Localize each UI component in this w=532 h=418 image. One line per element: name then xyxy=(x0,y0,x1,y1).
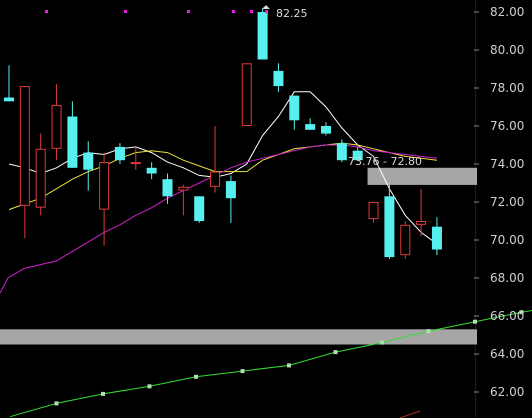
candle-body-up xyxy=(178,186,189,191)
marker-dot xyxy=(187,10,190,13)
candle-body-up xyxy=(51,105,62,149)
candlestick-chart: 82.25 73.76 - 72.80 82.00 80.00 78.00 76.00… xyxy=(0,0,532,418)
candle-body-down xyxy=(67,116,78,168)
y-tick-label: 76.00 xyxy=(490,119,524,133)
ma-green-marker xyxy=(287,363,291,368)
y-tick-label: 62.00 xyxy=(490,385,524,399)
y-tick-label: 82.00 xyxy=(490,5,524,19)
candle-body-down xyxy=(305,124,316,130)
marker-dot xyxy=(232,10,235,13)
candle-body-up xyxy=(368,202,379,220)
candle-body-up xyxy=(19,86,30,206)
candle xyxy=(400,221,411,259)
y-tick-label: 80.00 xyxy=(490,43,524,57)
y-tick-label: 78.00 xyxy=(490,81,524,95)
ma-green-marker xyxy=(333,350,338,355)
candle-body-up xyxy=(400,224,411,256)
candle-body-down xyxy=(4,97,14,102)
candle-body-down xyxy=(162,179,173,197)
price-band-1 xyxy=(367,167,477,185)
candle-body-down xyxy=(225,181,236,199)
candle-body-down xyxy=(321,126,331,134)
y-tick-label: 64.00 xyxy=(490,347,524,361)
ma-green-marker xyxy=(147,384,152,389)
ma-green-marker xyxy=(194,374,198,379)
candle-body-up xyxy=(99,162,110,210)
ma-green-marker xyxy=(380,340,384,345)
marker-dot xyxy=(45,10,48,13)
y-tick-label: 72.00 xyxy=(490,195,524,209)
marker-dot xyxy=(124,10,127,13)
candle-body-up xyxy=(416,221,427,225)
candle-body-down xyxy=(289,95,300,121)
candle xyxy=(257,8,268,60)
candle-body-down xyxy=(431,226,442,250)
band-range-label: 73.76 - 72.80 xyxy=(348,155,422,168)
ma-green-marker xyxy=(101,391,105,396)
candle-body-down xyxy=(83,152,94,170)
ma-green-marker xyxy=(473,319,477,324)
ma-green-marker xyxy=(240,369,245,374)
marker-dot xyxy=(250,10,253,13)
candle-body-down xyxy=(194,196,205,221)
ma-green-marker xyxy=(426,329,431,334)
candle-body-up xyxy=(130,162,141,165)
candle-body-down xyxy=(336,143,347,161)
y-tick-label: 66.00 xyxy=(490,309,524,323)
chart-background xyxy=(0,0,532,418)
y-tick-label: 68.00 xyxy=(490,271,524,285)
candle-body-down xyxy=(384,196,395,258)
y-tick-label: 74.00 xyxy=(490,157,524,171)
high-price-label: 82.25 xyxy=(276,7,308,20)
y-tick-label: 70.00 xyxy=(490,233,524,247)
candle-body-down xyxy=(146,167,157,174)
marker-dot xyxy=(265,10,268,13)
candle-body-up xyxy=(241,63,252,126)
candle-body-up xyxy=(35,148,46,208)
candle xyxy=(241,63,252,126)
candle xyxy=(194,196,205,223)
ma-green-marker xyxy=(54,401,59,406)
candle-body-up xyxy=(210,171,221,187)
candle-body-down xyxy=(257,12,268,60)
candle-body-down xyxy=(273,70,284,87)
candle-body-down xyxy=(114,146,125,161)
